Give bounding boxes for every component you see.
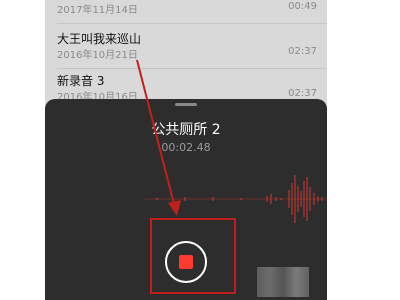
highlight-box — [150, 218, 236, 294]
recording-row[interactable]: 测试 2017年11月14日 00:49 — [45, 0, 327, 24]
recording-name[interactable]: 公共厕所 2 — [45, 119, 327, 139]
recording-duration: 02:37 — [288, 88, 317, 99]
blurred-image — [257, 267, 309, 297]
recording-date: 2016年10月21日 — [57, 50, 138, 61]
elapsed-time: 00:02.48 — [161, 141, 211, 154]
recording-title: 大王叫我来巡山 — [57, 32, 142, 46]
recording-title: 新录音 3 — [57, 74, 105, 88]
recording-row[interactable]: 大王叫我来巡山 2016年10月21日 02:37 — [45, 27, 327, 69]
panel-grab-handle[interactable] — [175, 103, 197, 106]
recording-date: 2017年11月14日 — [57, 5, 138, 16]
recording-duration: 00:49 — [288, 1, 317, 12]
recording-duration: 02:37 — [288, 46, 317, 57]
row-divider — [57, 23, 327, 24]
